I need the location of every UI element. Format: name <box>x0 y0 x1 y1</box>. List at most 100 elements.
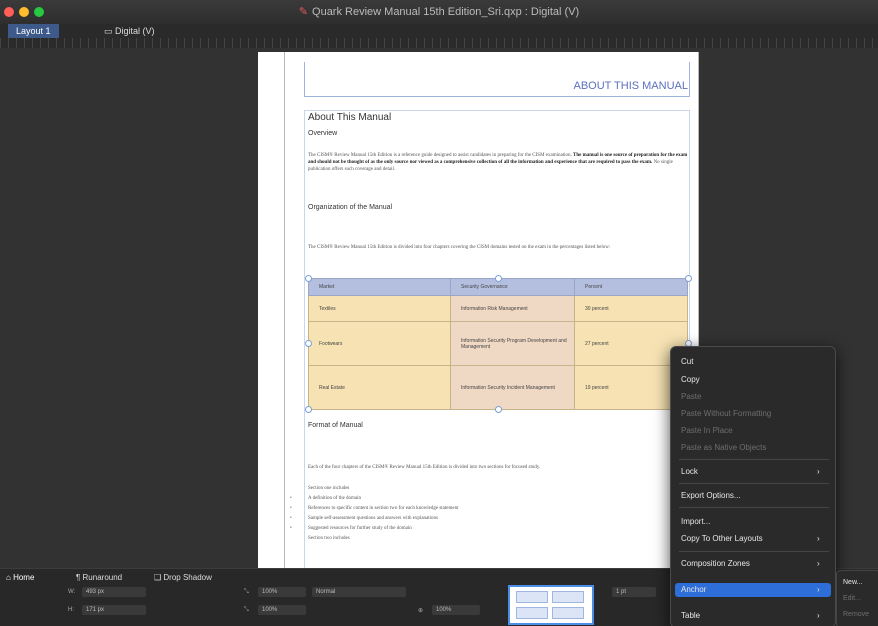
tab-layout-1[interactable]: Layout 1 <box>8 24 59 38</box>
tab-runaround[interactable]: ¶ Runaround <box>76 573 122 582</box>
title-bar: ✎ Quark Review Manual 15th Edition_Sri.qx… <box>0 0 878 24</box>
scale-y-field[interactable]: 100% <box>258 605 306 615</box>
ruler-ticks <box>0 38 878 48</box>
section-heading-format: Format of Manual <box>308 422 363 429</box>
list-intro: Section two includes <box>308 536 350 541</box>
table-cell: Textiles <box>308 295 451 322</box>
preview-cell <box>552 591 584 603</box>
table-preview-thumbnail[interactable] <box>508 585 594 625</box>
tab-label: Digital (V) <box>115 26 155 36</box>
menu-item-paste: Paste <box>681 392 702 401</box>
domains-table[interactable]: Market Security Governance Percent Texti… <box>308 278 688 410</box>
preview-cell <box>516 607 548 619</box>
preview-cell <box>552 607 584 619</box>
section-heading-overview: Overview <box>308 130 338 137</box>
submenu-item-remove: Remove <box>843 611 870 618</box>
margin-guide <box>284 52 285 572</box>
format-paragraph: Each of the four chapters of the CISM® R… <box>308 465 541 470</box>
tab-label: Drop Shadow <box>163 573 212 582</box>
menu-separator <box>679 459 829 460</box>
selection-handle[interactable] <box>305 275 312 282</box>
blend-mode-select[interactable]: Normal <box>312 587 406 597</box>
menu-item-label: Lock <box>681 467 698 476</box>
table-cell: Information Security Incident Management <box>450 365 575 410</box>
tab-digital[interactable]: ▭ Digital (V) <box>96 24 163 38</box>
table-row: Footwears Information Security Program D… <box>308 321 688 366</box>
list-item: Suggested resources for further study of… <box>290 524 459 534</box>
organization-paragraph: The CISM® Review Manual 15th Edition is … <box>308 245 611 250</box>
section-heading-organization: Organization of the Manual <box>308 204 393 211</box>
table-header-cell: Percent <box>574 278 688 296</box>
tab-home[interactable]: ⌂ Home <box>6 573 34 582</box>
shadow-icon: ❑ <box>154 573 164 582</box>
height-field[interactable]: 171 px <box>82 605 146 615</box>
list-intro: Section one includes <box>308 486 350 491</box>
chevron-right-icon: › <box>817 559 820 568</box>
menu-item-composition-zones[interactable]: Composition Zones › <box>681 559 827 568</box>
selection-handle[interactable] <box>685 275 692 282</box>
width-field[interactable]: 493 px <box>82 587 146 597</box>
scale-icon: ⤡ <box>244 607 249 613</box>
menu-item-anchor[interactable]: Anchor › <box>681 585 827 594</box>
menu-item-label: Composition Zones <box>681 559 750 568</box>
scale-icon: ⤡ <box>244 589 249 595</box>
table-cell: 30 percent <box>574 295 688 322</box>
menu-item-import[interactable]: Import... <box>681 517 710 526</box>
bullet-list: Section one includes A definition of the… <box>290 484 459 544</box>
overview-text: The CISM® Review Manual 15th Edition is … <box>308 153 572 158</box>
table-row: Real Estate Information Security Inciden… <box>308 365 688 410</box>
submenu-item-edit: Edit... <box>843 595 861 602</box>
chevron-right-icon: › <box>817 534 820 543</box>
tab-drop-shadow[interactable]: ❑ Drop Shadow <box>154 573 212 582</box>
table-header-cell: Security Governance <box>450 278 575 296</box>
tab-label: Runaround <box>82 573 123 582</box>
selection-handle[interactable] <box>305 406 312 413</box>
layout-tabs: Layout 1 ▭ Digital (V) <box>0 24 878 38</box>
zoom-icon: ⊕ <box>418 608 424 614</box>
monitor-icon: ▭ <box>104 26 116 36</box>
table-row: Textiles Information Risk Management 30 … <box>308 295 688 322</box>
menu-item-label: Table <box>681 611 701 620</box>
quark-icon: ✎ <box>298 6 309 18</box>
selection-handle[interactable] <box>305 340 312 347</box>
scale-x-field[interactable]: 100% <box>258 587 306 597</box>
menu-item-lock[interactable]: Lock › <box>681 467 827 476</box>
menu-item-table[interactable]: Table › <box>681 611 827 620</box>
width-label: W: <box>68 589 76 595</box>
menu-item-label: Anchor <box>681 585 707 594</box>
menu-item-paste-in-place: Paste In Place <box>681 426 733 435</box>
document-page[interactable]: ABOUT THIS MANUAL About This Manual Over… <box>258 52 699 572</box>
tab-label: Home <box>13 573 35 582</box>
menu-item-export-options[interactable]: Export Options... <box>681 491 741 500</box>
window-title: ✎ Quark Review Manual 15th Edition_Sri.qx… <box>0 5 878 18</box>
table-cell: Information Security Program Development… <box>450 321 575 366</box>
menu-item-copy[interactable]: Copy <box>681 375 700 384</box>
table-header-cell: Market <box>308 278 451 296</box>
selection-handle[interactable] <box>495 406 502 413</box>
zoom-field[interactable]: 100% <box>432 605 480 615</box>
anchor-submenu: New... Edit... Remove <box>836 570 878 626</box>
list-item: Sample self-assessment questions and ans… <box>290 514 459 524</box>
table-cell: Real Estate <box>308 365 451 410</box>
window-title-text: Quark Review Manual 15th Edition_Sri.qxp… <box>312 6 580 18</box>
menu-item-label: Copy To Other Layouts <box>681 534 763 543</box>
preview-cell <box>516 591 548 603</box>
menu-separator <box>679 507 829 508</box>
submenu-item-new[interactable]: New... <box>843 579 862 586</box>
running-header: ABOUT THIS MANUAL <box>573 80 688 92</box>
home-icon: ⌂ <box>6 573 14 582</box>
menu-item-copy-to-other-layouts[interactable]: Copy To Other Layouts › <box>681 534 827 543</box>
menu-item-paste-native: Paste as Native Objects <box>681 443 767 452</box>
stroke-width-field[interactable]: 1 pt <box>612 587 656 597</box>
overview-paragraph: The CISM® Review Manual 15th Edition is … <box>308 152 688 173</box>
app-window: ✎ Quark Review Manual 15th Edition_Sri.qx… <box>0 0 878 626</box>
list-item: A definition of the domain <box>290 494 459 504</box>
table-cell: Footwears <box>308 321 451 366</box>
menu-separator <box>679 483 829 484</box>
list-item: References to specific content in sectio… <box>290 504 458 514</box>
selection-handle[interactable] <box>495 275 502 282</box>
chevron-right-icon: › <box>817 467 820 476</box>
chevron-right-icon: › <box>817 585 820 594</box>
menu-item-cut[interactable]: Cut <box>681 357 693 366</box>
menu-item-paste-without-formatting: Paste Without Formatting <box>681 409 772 418</box>
